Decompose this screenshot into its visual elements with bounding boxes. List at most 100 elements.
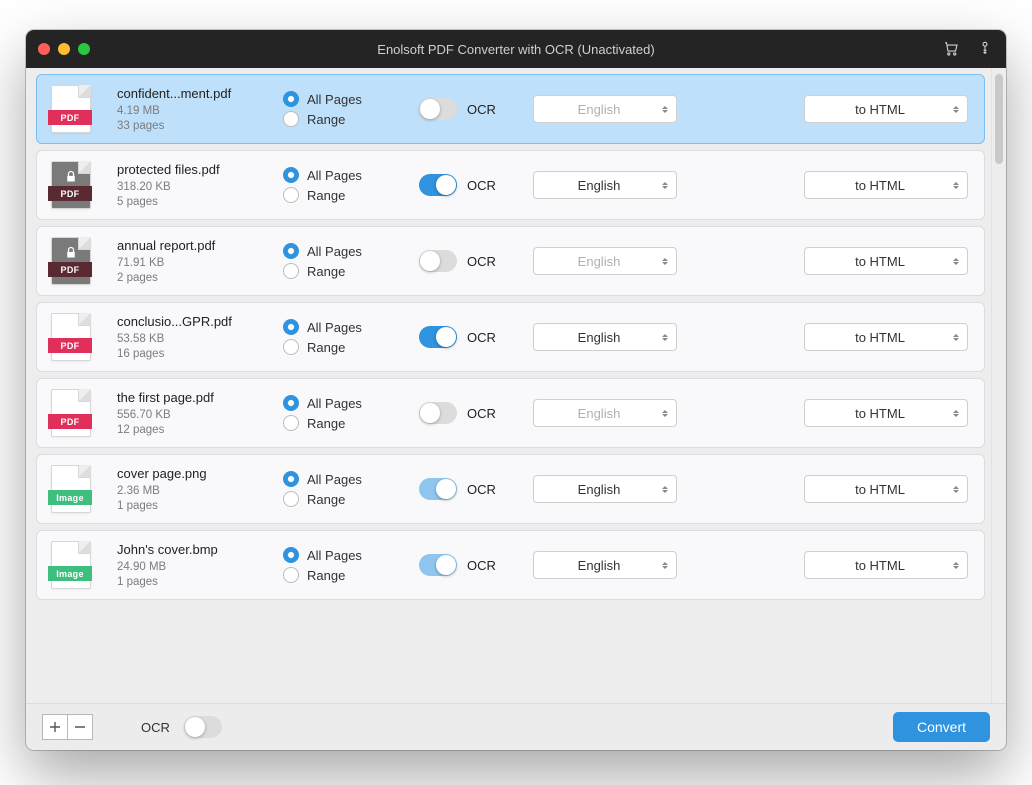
all-pages-radio[interactable]: All Pages xyxy=(283,319,393,335)
all-pages-radio[interactable]: All Pages xyxy=(283,243,393,259)
file-pages: 1 pages xyxy=(117,500,257,512)
ocr-toggle[interactable] xyxy=(419,478,457,500)
file-type-badge: PDF xyxy=(48,338,92,353)
all-pages-radio[interactable]: All Pages xyxy=(283,91,393,107)
file-row[interactable]: Image cover page.png 2.36 MB 1 pages All Pag… xyxy=(36,454,985,524)
format-select[interactable]: to HTML xyxy=(804,95,968,123)
file-size: 556.70 KB xyxy=(117,409,257,421)
file-type-badge: PDF xyxy=(48,414,92,429)
file-type-icon: PDF xyxy=(51,389,91,437)
ocr-toggle[interactable] xyxy=(419,174,457,196)
scrollbar-track[interactable] xyxy=(991,68,1006,703)
format-select[interactable]: to HTML xyxy=(804,475,968,503)
cart-icon[interactable] xyxy=(942,39,960,60)
format-select[interactable]: to HTML xyxy=(804,323,968,351)
format-select[interactable]: to HTML xyxy=(804,171,968,199)
file-name: confident...ment.pdf xyxy=(117,86,257,101)
file-size: 2.36 MB xyxy=(117,485,257,497)
page-range-group: All Pages Range xyxy=(283,163,393,207)
language-select[interactable]: English xyxy=(533,399,677,427)
key-icon[interactable] xyxy=(976,39,994,60)
ocr-label: OCR xyxy=(467,406,496,421)
format-select[interactable]: to HTML xyxy=(804,399,968,427)
app-window: Enolsoft PDF Converter with OCR (Unactiv… xyxy=(26,30,1006,750)
range-radio[interactable]: Range xyxy=(283,491,393,507)
range-radio[interactable]: Range xyxy=(283,567,393,583)
file-meta: John's cover.bmp24.90 MB1 pages xyxy=(117,542,257,588)
language-select[interactable]: English xyxy=(533,323,677,351)
all-pages-radio[interactable]: All Pages xyxy=(283,167,393,183)
file-pages: 2 pages xyxy=(117,272,257,284)
format-select[interactable]: to HTML xyxy=(804,247,968,275)
range-radio[interactable]: Range xyxy=(283,263,393,279)
chevron-updown-icon xyxy=(953,409,959,417)
lock-icon xyxy=(64,245,79,263)
file-pages: 33 pages xyxy=(117,120,257,132)
language-select[interactable]: English xyxy=(533,171,677,199)
range-radio[interactable]: Range xyxy=(283,339,393,355)
format-select[interactable]: to HTML xyxy=(804,551,968,579)
scrollbar-thumb[interactable] xyxy=(995,74,1003,164)
file-name: conclusio...GPR.pdf xyxy=(117,314,257,329)
page-range-group: All Pages Range xyxy=(283,87,393,131)
close-button[interactable] xyxy=(38,43,50,55)
all-pages-radio[interactable]: All Pages xyxy=(283,471,393,487)
ocr-toggle[interactable] xyxy=(419,402,457,424)
add-file-button[interactable] xyxy=(42,714,68,740)
chevron-updown-icon xyxy=(662,257,668,265)
all-pages-radio[interactable]: All Pages xyxy=(283,547,393,563)
ocr-toggle[interactable] xyxy=(419,98,457,120)
file-pages: 5 pages xyxy=(117,196,257,208)
chevron-updown-icon xyxy=(662,181,668,189)
minimize-button[interactable] xyxy=(58,43,70,55)
chevron-updown-icon xyxy=(662,409,668,417)
file-pages: 1 pages xyxy=(117,576,257,588)
all-pages-radio[interactable]: All Pages xyxy=(283,395,393,411)
lock-icon xyxy=(64,169,79,187)
footer-ocr-toggle[interactable] xyxy=(184,716,222,738)
file-name: the first page.pdf xyxy=(117,390,257,405)
file-name: annual report.pdf xyxy=(117,238,257,253)
remove-file-button[interactable] xyxy=(68,714,93,740)
file-type-icon: PDF xyxy=(51,313,91,361)
chevron-updown-icon xyxy=(953,257,959,265)
language-select[interactable]: English xyxy=(533,551,677,579)
file-row[interactable]: ImageJohn's cover.bmp24.90 MB1 pagesAll … xyxy=(36,530,985,600)
file-type-badge: Image xyxy=(48,490,92,505)
language-select[interactable]: English xyxy=(533,475,677,503)
page-range-group: All Pages Range xyxy=(283,391,393,435)
ocr-toggle[interactable] xyxy=(419,554,457,576)
file-pages: 12 pages xyxy=(117,424,257,436)
file-row[interactable]: PDF the first page.pdf 556.70 KB 12 pages Al… xyxy=(36,378,985,448)
footer-ocr-label: OCR xyxy=(141,720,170,735)
chevron-updown-icon xyxy=(953,105,959,113)
chevron-updown-icon xyxy=(953,485,959,493)
file-name: John's cover.bmp xyxy=(117,542,257,557)
range-radio[interactable]: Range xyxy=(283,187,393,203)
file-meta: the first page.pdf 556.70 KB 12 pages xyxy=(117,390,257,436)
file-meta: protected files.pdf318.20 KB5 pages xyxy=(117,162,257,208)
file-row[interactable]: PDFprotected files.pdf318.20 KB5 pagesAl… xyxy=(36,150,985,220)
ocr-toggle[interactable] xyxy=(419,250,457,272)
file-meta: confident...ment.pdf 4.19 MB 33 pages xyxy=(117,86,257,132)
file-row[interactable]: PDFconclusio...GPR.pdf53.58 KB16 pagesAl… xyxy=(36,302,985,372)
convert-button[interactable]: Convert xyxy=(893,712,990,742)
traffic-lights xyxy=(38,43,90,55)
range-radio[interactable]: Range xyxy=(283,111,393,127)
ocr-toggle[interactable] xyxy=(419,326,457,348)
file-name: cover page.png xyxy=(117,466,257,481)
language-select[interactable]: English xyxy=(533,247,677,275)
language-select[interactable]: English xyxy=(533,95,677,123)
file-type-badge: PDF xyxy=(48,110,92,125)
range-radio[interactable]: Range xyxy=(283,415,393,431)
file-size: 53.58 KB xyxy=(117,333,257,345)
file-type-icon: Image xyxy=(51,465,91,513)
footer: OCR Convert xyxy=(26,703,1006,750)
chevron-updown-icon xyxy=(662,485,668,493)
file-type-badge: PDF xyxy=(48,262,92,277)
zoom-button[interactable] xyxy=(78,43,90,55)
chevron-updown-icon xyxy=(662,561,668,569)
file-size: 4.19 MB xyxy=(117,105,257,117)
file-row[interactable]: PDFannual report.pdf71.91 KB2 pagesAll P… xyxy=(36,226,985,296)
file-row[interactable]: PDF confident...ment.pdf 4.19 MB 33 pages Al… xyxy=(36,74,985,144)
